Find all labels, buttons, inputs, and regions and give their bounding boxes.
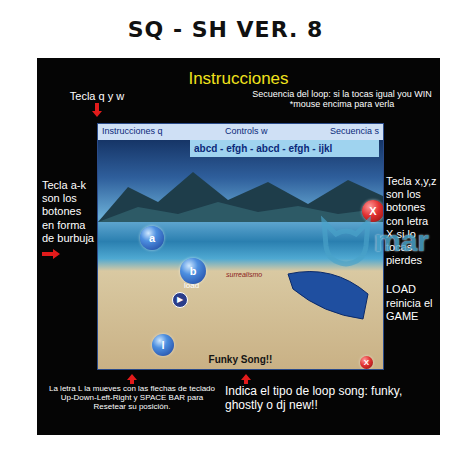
- left-note: Tecla a-k son los botones en forma de bu…: [37, 123, 97, 370]
- x-button[interactable]: X: [360, 356, 373, 369]
- top-notes: Tecla q y w Secuencia del loop: si la to…: [37, 90, 440, 123]
- load-button[interactable]: ▶: [172, 292, 188, 308]
- bubble-button[interactable]: l: [152, 334, 174, 356]
- song-label: Funky Song!!: [98, 352, 383, 367]
- load-note: LOAD reinicia el GAME: [386, 283, 438, 323]
- menu-keys-note: Tecla q y w: [70, 90, 124, 103]
- game-screen: Instrucciones q Controls w Secuencia s abc…: [97, 123, 384, 370]
- song-note-text: Indica el tipo de loop song: funky, ghos…: [225, 384, 434, 413]
- right-arrow-icon: [42, 249, 60, 259]
- danger-keys-note: Tecla x,y,z son los botones con letra X …: [386, 175, 438, 267]
- page-title: SQ - SH VER. 8: [0, 0, 451, 58]
- bubble-button[interactable]: a: [140, 226, 164, 250]
- up-arrow-icon: [127, 374, 137, 384]
- signature-label: surrealismo: [226, 270, 262, 281]
- cat-logo-icon: [318, 212, 374, 268]
- down-arrow-icon: [92, 103, 102, 117]
- mountains-icon: [98, 162, 384, 222]
- song-note: Indica el tipo de loop song: funky, ghos…: [225, 374, 434, 413]
- bubble-keys-note: Tecla a-k son los botones en forma de bu…: [42, 179, 94, 244]
- boat-icon: [283, 264, 373, 324]
- watermark: mar: [318, 212, 429, 268]
- bottom-notes: La letra L la mueves con las flechas de …: [37, 370, 440, 435]
- menu-item[interactable]: Secuencia s: [330, 125, 379, 139]
- watermark-text: mar: [374, 218, 429, 263]
- menu-item[interactable]: Instrucciones q: [102, 125, 163, 139]
- panel-heading: Instrucciones: [37, 58, 440, 90]
- up-arrow-icon: [241, 374, 251, 384]
- move-note: La letra L la mueves con las flechas de …: [47, 374, 217, 412]
- menu-item[interactable]: Controls w: [225, 125, 268, 139]
- x-button[interactable]: X: [362, 200, 384, 222]
- menu-note: Tecla q y w: [37, 90, 157, 117]
- bubble-button[interactable]: b: [180, 258, 206, 284]
- sequence-strip[interactable]: abcd - efgh - abcd - efgh - ijkl: [190, 140, 379, 157]
- load-label: load: [184, 280, 199, 292]
- game-menu-bar: Instrucciones q Controls w Secuencia s: [98, 124, 383, 140]
- instructions-panel: Instrucciones Tecla q y w Secuencia del …: [37, 58, 440, 435]
- sequence-note-text: Secuencia del loop: si la tocas igual yo…: [252, 90, 432, 110]
- move-note-text: La letra L la mueves con las flechas de …: [47, 384, 217, 412]
- sequence-note: Secuencia del loop: si la tocas igual yo…: [252, 90, 432, 110]
- right-notes: Tecla x,y,z son los botones con letra X …: [384, 123, 440, 370]
